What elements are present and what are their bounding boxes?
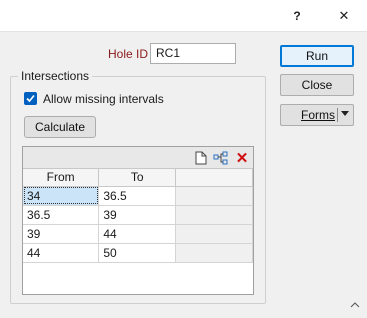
intersections-group-title: Intersections [18,69,93,83]
cell-from[interactable]: 39 [23,224,100,244]
tree-structure-icon[interactable] [213,150,229,166]
table-row[interactable]: 39 44 [23,224,253,244]
title-bar: ? ✕ [0,0,367,31]
cell-to[interactable]: 50 [98,243,177,263]
column-header-to[interactable]: To [98,169,177,187]
cell-empty [175,243,253,263]
allow-missing-label[interactable]: Allow missing intervals [43,92,164,106]
delete-icon[interactable]: ✕ [234,150,250,167]
cell-from[interactable]: 36.5 [23,205,100,225]
calculate-button[interactable]: Calculate [24,116,96,138]
dropdown-arrow-icon[interactable] [341,111,349,116]
cell-to[interactable]: 39 [98,205,177,225]
cell-to[interactable]: 44 [98,224,177,244]
intervals-table: From To 34 36.5 36.5 39 39 44 44 50 [23,169,253,263]
intervals-grid: ✕ From To 34 36.5 36.5 39 39 44 44 50 [22,146,254,295]
column-header-from[interactable]: From [23,169,100,187]
table-row[interactable]: 34 36.5 [23,186,253,206]
close-button[interactable]: Close [280,74,354,96]
cell-empty [175,205,253,225]
close-icon: ✕ [338,7,350,23]
resize-grip-icon[interactable] [350,300,362,310]
table-row[interactable]: 36.5 39 [23,205,253,225]
cell-empty [175,224,253,244]
forms-button[interactable]: Forms [280,104,354,126]
forms-label: Forms [301,108,335,122]
cell-empty [175,186,253,206]
hole-id-label: Hole ID [108,47,149,61]
forms-separator [337,108,338,122]
hole-id-input[interactable]: RC1 [150,43,236,64]
cell-from[interactable]: 44 [23,243,100,263]
close-window-button[interactable]: ✕ [321,0,367,31]
grid-toolbar: ✕ [23,147,253,169]
help-button[interactable]: ? [274,0,320,31]
column-header-empty [175,169,253,187]
table-row[interactable]: 44 50 [23,243,253,263]
new-document-icon[interactable] [193,150,209,166]
cell-from[interactable]: 34 [23,186,100,206]
checkmark-icon [26,94,35,103]
run-button[interactable]: Run [280,45,354,67]
allow-missing-checkbox[interactable] [24,92,37,105]
cell-to[interactable]: 36.5 [98,186,177,206]
